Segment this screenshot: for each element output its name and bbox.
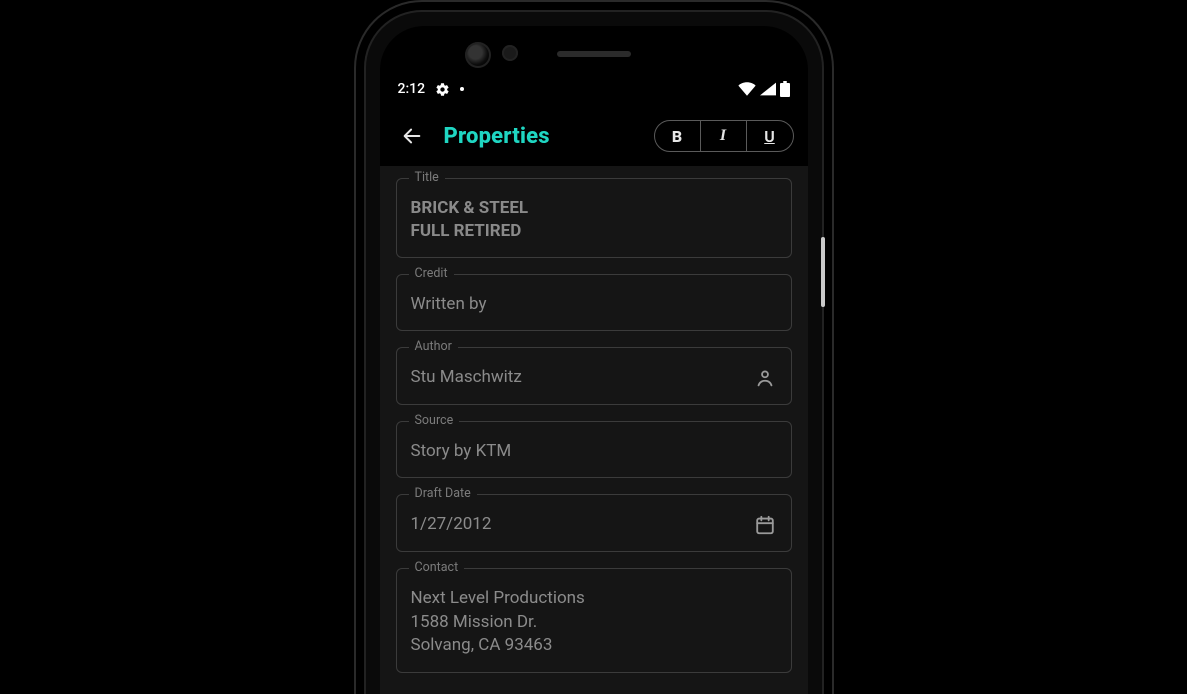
draft-date-field[interactable]: Draft Date 1/27/2012 <box>396 494 792 552</box>
source-value: Story by KTM <box>411 440 777 463</box>
contact-value: Next Level Productions 1588 Mission Dr. … <box>411 587 777 658</box>
power-button[interactable] <box>821 237 825 307</box>
title-label: Title <box>409 170 445 185</box>
format-toggle-group: B I U <box>654 120 794 152</box>
credit-value: Written by <box>411 293 777 316</box>
signal-icon <box>760 82 776 96</box>
title-value: BRICK & STEEL FULL RETIRED <box>411 197 777 243</box>
title-field[interactable]: Title BRICK & STEEL FULL RETIRED <box>396 178 792 258</box>
page-title: Properties <box>444 124 550 149</box>
wifi-icon <box>738 82 756 96</box>
phone-sensor <box>502 45 518 61</box>
credit-label: Credit <box>409 266 454 281</box>
contact-label: Contact <box>409 560 465 575</box>
phone-inner: 2:12 <box>380 26 808 694</box>
person-icon[interactable] <box>753 366 777 390</box>
stage: 2:12 <box>0 0 1187 694</box>
draft-date-value: 1/27/2012 <box>411 513 753 536</box>
form-area: Title BRICK & STEEL FULL RETIRED Credit … <box>380 166 808 694</box>
status-right <box>738 81 790 97</box>
back-button[interactable] <box>394 118 430 154</box>
phone-speaker <box>557 51 631 57</box>
app-bar: Properties B I U <box>380 106 808 166</box>
notification-dot-icon <box>460 87 464 91</box>
phone-frame: 2:12 <box>366 12 822 694</box>
contact-field[interactable]: Contact Next Level Productions 1588 Miss… <box>396 568 792 673</box>
underline-button[interactable]: U <box>747 121 793 151</box>
credit-field[interactable]: Credit Written by <box>396 274 792 331</box>
phone-camera <box>465 42 491 68</box>
gear-icon <box>435 82 450 97</box>
bold-button[interactable]: B <box>655 121 701 151</box>
status-left: 2:12 <box>398 81 465 97</box>
italic-button[interactable]: I <box>701 121 747 151</box>
battery-icon <box>780 81 790 97</box>
draft-date-label: Draft Date <box>409 486 477 501</box>
screen: 2:12 <box>380 72 808 694</box>
author-field[interactable]: Author Stu Maschwitz <box>396 347 792 405</box>
status-bar: 2:12 <box>380 72 808 106</box>
source-label: Source <box>409 413 460 428</box>
author-label: Author <box>409 339 458 354</box>
status-time: 2:12 <box>398 81 426 97</box>
arrow-left-icon <box>401 125 423 147</box>
calendar-icon[interactable] <box>753 513 777 537</box>
source-field[interactable]: Source Story by KTM <box>396 421 792 478</box>
author-value: Stu Maschwitz <box>411 366 753 389</box>
